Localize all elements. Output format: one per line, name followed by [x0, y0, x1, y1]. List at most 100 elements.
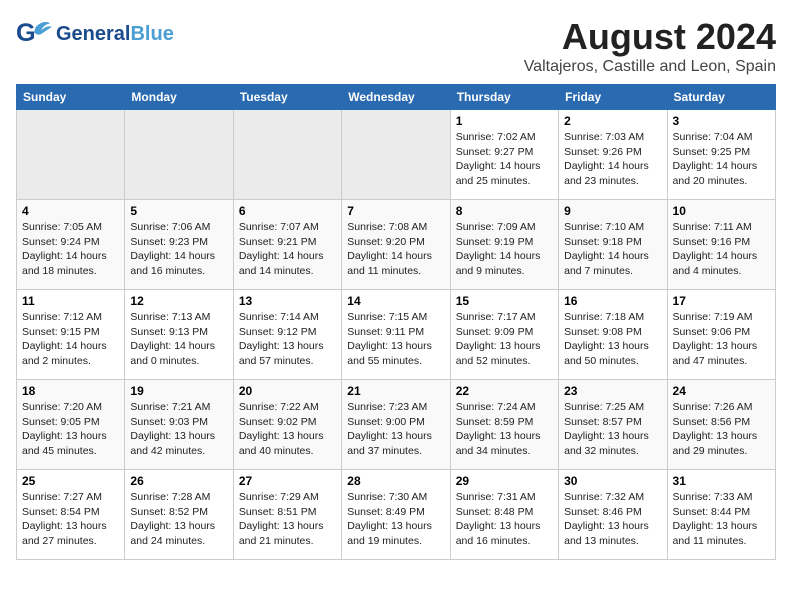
calendar-cell: 7Sunrise: 7:08 AM Sunset: 9:20 PM Daylig… — [342, 200, 450, 290]
calendar-cell — [17, 110, 125, 200]
day-header-sunday: Sunday — [17, 85, 125, 110]
calendar-table: SundayMondayTuesdayWednesdayThursdayFrid… — [16, 84, 776, 560]
calendar-cell: 15 Sunrise: 7:17 AM Sunset: 9:09 PM Dayli… — [450, 290, 558, 380]
calendar-cell — [125, 110, 233, 200]
calendar-cell: 16Sunrise: 7:18 AM Sunset: 9:08 PM Dayli… — [559, 290, 667, 380]
calendar-cell: 2 Sunrise: 7:03 AM Sunset: 9:26 PM Daylig… — [559, 110, 667, 200]
day-number: 5 — [130, 204, 227, 218]
day-info: Sunrise: 7:12 AM Sunset: 9:15 PM Dayligh… — [22, 310, 119, 369]
day-info: Sunrise: 7:27 AM Sunset: 8:54 PM Dayligh… — [22, 490, 119, 549]
calendar-cell: 26 Sunrise: 7:28 AM Sunset: 8:52 PM Dayli… — [125, 470, 233, 560]
day-info: Sunrise: 7:28 AM Sunset: 8:52 PM Dayligh… — [130, 490, 227, 549]
day-number: 26 — [130, 474, 227, 488]
day-info: Sunrise: 7:09 AM Sunset: 9:19 PM Dayligh… — [456, 220, 553, 279]
calendar-cell: 9 Sunrise: 7:10 AM Sunset: 9:18 PM Daylig… — [559, 200, 667, 290]
calendar-cell: 5 Sunrise: 7:06 AM Sunset: 9:23 PM Daylig… — [125, 200, 233, 290]
day-number: 30 — [564, 474, 661, 488]
calendar-cell: 21 Sunrise: 7:23 AM Sunset: 9:00 PM Dayli… — [342, 380, 450, 470]
day-number: 16 — [564, 294, 661, 308]
day-info: Sunrise: 7:15 AM Sunset: 9:11 PM Dayligh… — [347, 310, 444, 369]
day-info: Sunrise: 7:33 AM Sunset: 8:44 PM Dayligh… — [673, 490, 770, 549]
calendar-cell: 10 Sunrise: 7:11 AM Sunset: 9:16 PM Dayli… — [667, 200, 775, 290]
day-info: Sunrise: 7:20 AM Sunset: 9:05 PM Dayligh… — [22, 400, 119, 459]
day-header-wednesday: Wednesday — [342, 85, 450, 110]
day-number: 15 — [456, 294, 553, 308]
day-number: 18 — [22, 384, 119, 398]
day-info: Sunrise: 7:06 AM Sunset: 9:23 PM Dayligh… — [130, 220, 227, 279]
day-number: 25 — [22, 474, 119, 488]
day-number: 21 — [347, 384, 444, 398]
day-info: Sunrise: 7:19 AM Sunset: 9:06 PM Dayligh… — [673, 310, 770, 369]
day-number: 2 — [564, 114, 661, 128]
day-info: Sunrise: 7:14 AM Sunset: 9:12 PM Dayligh… — [239, 310, 336, 369]
day-info: Sunrise: 7:17 AM Sunset: 9:09 PM Dayligh… — [456, 310, 553, 369]
calendar-cell: 24Sunrise: 7:26 AM Sunset: 8:56 PM Dayli… — [667, 380, 775, 470]
calendar-cell: 19Sunrise: 7:21 AM Sunset: 9:03 PM Dayli… — [125, 380, 233, 470]
day-number: 4 — [22, 204, 119, 218]
day-info: Sunrise: 7:32 AM Sunset: 8:46 PM Dayligh… — [564, 490, 661, 549]
day-number: 31 — [673, 474, 770, 488]
calendar-week-2: 4 Sunrise: 7:05 AM Sunset: 9:24 PM Daylig… — [17, 200, 776, 290]
day-info: Sunrise: 7:29 AM Sunset: 8:51 PM Dayligh… — [239, 490, 336, 549]
logo-icon: G — [16, 16, 52, 52]
day-info: Sunrise: 7:07 AM Sunset: 9:21 PM Dayligh… — [239, 220, 336, 279]
calendar-cell: 22 Sunrise: 7:24 AM Sunset: 8:59 PM Dayli… — [450, 380, 558, 470]
day-number: 3 — [673, 114, 770, 128]
day-info: Sunrise: 7:30 AM Sunset: 8:49 PM Dayligh… — [347, 490, 444, 549]
day-number: 29 — [456, 474, 553, 488]
main-title: August 2024 — [524, 16, 776, 58]
svg-text:G: G — [16, 19, 36, 47]
day-info: Sunrise: 7:22 AM Sunset: 9:02 PM Dayligh… — [239, 400, 336, 459]
calendar-week-3: 11 Sunrise: 7:12 AM Sunset: 9:15 PM Dayli… — [17, 290, 776, 380]
calendar-cell: 11 Sunrise: 7:12 AM Sunset: 9:15 PM Dayli… — [17, 290, 125, 380]
day-number: 17 — [673, 294, 770, 308]
day-info: Sunrise: 7:11 AM Sunset: 9:16 PM Dayligh… — [673, 220, 770, 279]
logo: G GeneralBlue — [16, 16, 174, 52]
day-info: Sunrise: 7:05 AM Sunset: 9:24 PM Dayligh… — [22, 220, 119, 279]
calendar-cell: 1Sunrise: 7:02 AM Sunset: 9:27 PM Daylig… — [450, 110, 558, 200]
calendar-cell: 29Sunrise: 7:31 AM Sunset: 8:48 PM Dayli… — [450, 470, 558, 560]
day-header-monday: Monday — [125, 85, 233, 110]
day-number: 11 — [22, 294, 119, 308]
day-info: Sunrise: 7:03 AM Sunset: 9:26 PM Dayligh… — [564, 130, 661, 189]
day-info: Sunrise: 7:23 AM Sunset: 9:00 PM Dayligh… — [347, 400, 444, 459]
day-number: 19 — [130, 384, 227, 398]
calendar-cell: 28 Sunrise: 7:30 AM Sunset: 8:49 PM Dayli… — [342, 470, 450, 560]
day-info: Sunrise: 7:10 AM Sunset: 9:18 PM Dayligh… — [564, 220, 661, 279]
calendar-cell: 18 Sunrise: 7:20 AM Sunset: 9:05 PM Dayli… — [17, 380, 125, 470]
day-header-saturday: Saturday — [667, 85, 775, 110]
day-info: Sunrise: 7:25 AM Sunset: 8:57 PM Dayligh… — [564, 400, 661, 459]
calendar-week-1: 1Sunrise: 7:02 AM Sunset: 9:27 PM Daylig… — [17, 110, 776, 200]
day-info: Sunrise: 7:24 AM Sunset: 8:59 PM Dayligh… — [456, 400, 553, 459]
day-number: 9 — [564, 204, 661, 218]
calendar-cell — [233, 110, 341, 200]
day-number: 28 — [347, 474, 444, 488]
day-header-friday: Friday — [559, 85, 667, 110]
day-number: 20 — [239, 384, 336, 398]
day-number: 27 — [239, 474, 336, 488]
calendar-cell: 31 Sunrise: 7:33 AM Sunset: 8:44 PM Dayli… — [667, 470, 775, 560]
title-block: August 2024 Valtajeros, Castille and Leo… — [524, 16, 776, 76]
calendar-week-5: 25 Sunrise: 7:27 AM Sunset: 8:54 PM Dayli… — [17, 470, 776, 560]
day-number: 14 — [347, 294, 444, 308]
day-header-thursday: Thursday — [450, 85, 558, 110]
day-info: Sunrise: 7:13 AM Sunset: 9:13 PM Dayligh… — [130, 310, 227, 369]
day-number: 22 — [456, 384, 553, 398]
calendar-cell: 20 Sunrise: 7:22 AM Sunset: 9:02 PM Dayli… — [233, 380, 341, 470]
calendar-cell: 17 Sunrise: 7:19 AM Sunset: 9:06 PM Dayli… — [667, 290, 775, 380]
day-number: 24 — [673, 384, 770, 398]
day-number: 10 — [673, 204, 770, 218]
page-header: G GeneralBlue August 2024 Valtajeros, Ca… — [16, 16, 776, 76]
calendar-cell: 13Sunrise: 7:14 AM Sunset: 9:12 PM Dayli… — [233, 290, 341, 380]
subtitle: Valtajeros, Castille and Leon, Spain — [524, 58, 776, 76]
day-number: 7 — [347, 204, 444, 218]
logo-text: GeneralBlue — [56, 23, 174, 45]
calendar-cell: 25 Sunrise: 7:27 AM Sunset: 8:54 PM Dayli… — [17, 470, 125, 560]
calendar-cell — [342, 110, 450, 200]
calendar-header: SundayMondayTuesdayWednesdayThursdayFrid… — [17, 85, 776, 110]
day-number: 12 — [130, 294, 227, 308]
day-number: 23 — [564, 384, 661, 398]
day-info: Sunrise: 7:04 AM Sunset: 9:25 PM Dayligh… — [673, 130, 770, 189]
calendar-cell: 4 Sunrise: 7:05 AM Sunset: 9:24 PM Daylig… — [17, 200, 125, 290]
calendar-cell: 14 Sunrise: 7:15 AM Sunset: 9:11 PM Dayli… — [342, 290, 450, 380]
